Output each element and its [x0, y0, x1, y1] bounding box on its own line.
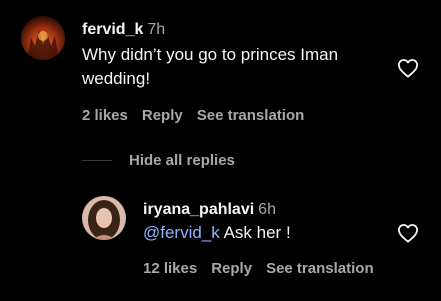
comment-text: Why didn’t you go to princes Iman weddin… — [82, 43, 338, 91]
avatar[interactable] — [21, 16, 65, 60]
reply-iryana-pahlavi: iryana_pahlavi 6h @fervid_k Ask her ! 12 … — [0, 190, 441, 300]
heart-icon[interactable] — [397, 58, 419, 78]
username[interactable]: fervid_k — [82, 21, 143, 38]
timestamp: 7h — [147, 21, 166, 38]
comment-text-line: Why didn’t you go to princes Iman — [82, 45, 339, 64]
likes-count[interactable]: 2 likes — [82, 107, 128, 124]
timestamp: 6h — [258, 201, 276, 218]
username[interactable]: iryana_pahlavi — [143, 201, 254, 218]
see-translation-button[interactable]: See translation — [266, 260, 374, 277]
avatar-image — [21, 16, 65, 60]
avatar-image — [82, 196, 126, 240]
heart-icon[interactable] — [397, 223, 419, 243]
replies-divider — [82, 160, 112, 161]
reply-actions: 12 likes Reply See translation — [143, 259, 388, 279]
reply-text-content: Ask her ! — [219, 223, 291, 242]
comment-text-line: wedding! — [82, 69, 151, 88]
hide-replies-button[interactable]: Hide all replies — [129, 151, 235, 171]
mention-link[interactable]: @fervid_k — [143, 223, 220, 242]
avatar[interactable] — [82, 196, 126, 240]
reply-button[interactable]: Reply — [142, 107, 183, 124]
comment-fervid-k: fervid_k 7h Why didn’t you go to princes … — [0, 0, 441, 140]
comment-actions: 2 likes Reply See translation — [82, 106, 318, 126]
reply-header: iryana_pahlavi 6h — [143, 200, 276, 220]
comment-header: fervid_k 7h — [82, 20, 165, 40]
reply-button[interactable]: Reply — [211, 260, 252, 277]
see-translation-button[interactable]: See translation — [197, 107, 305, 124]
likes-count[interactable]: 12 likes — [143, 260, 197, 277]
reply-text: @fervid_k Ask her ! — [143, 221, 291, 245]
